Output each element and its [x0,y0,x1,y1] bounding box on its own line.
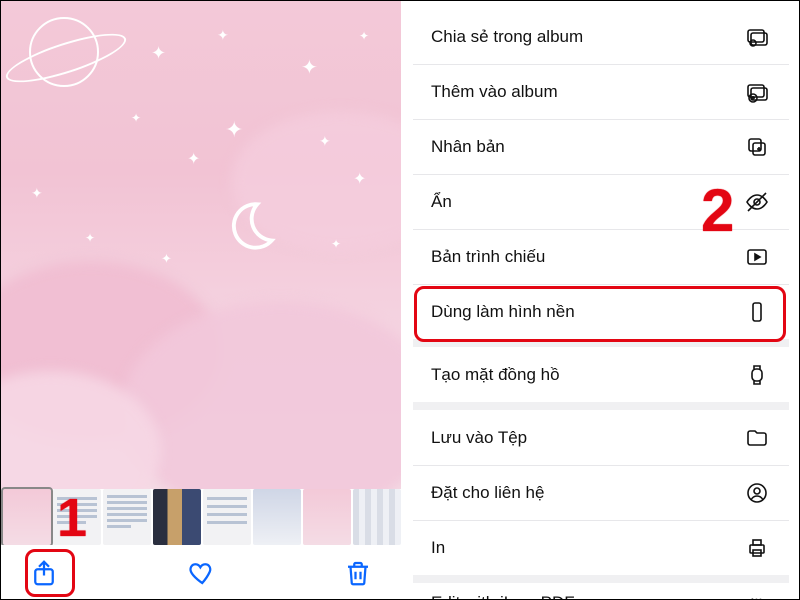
thumbnail[interactable] [3,489,51,545]
delete-button[interactable] [341,556,375,590]
thumbnail[interactable] [253,489,301,545]
thumbnail[interactable] [353,489,401,545]
menu-item-hide[interactable]: Ẩn [413,174,789,229]
menu-label: Chia sẻ trong album [431,27,583,47]
heart-icon [186,558,216,588]
trash-icon [343,558,373,588]
menu-label: Lưu vào Tệp [431,428,527,448]
menu-item-ilovepdf[interactable]: Edit with iLovePDF I❤ [413,583,789,600]
wallpaper-icon [743,298,771,326]
thumbnail-strip[interactable] [1,489,401,545]
menu-item-print[interactable]: In [413,520,789,575]
menu-label: Tạo mặt đồng hồ [431,365,560,385]
favorite-button[interactable] [184,556,218,590]
share-icon [29,558,59,588]
photo-preview[interactable]: ✦ ✦ ✦ ✦ ✦ ✦ ✦ ✦ ✦ ✦ ✦ ✦ ✦ [1,1,401,489]
menu-item-watchface[interactable]: Tạo mặt đồng hồ [413,347,789,402]
planet-doodle [29,17,99,87]
share-button[interactable] [27,556,61,590]
moon-doodle [221,197,279,255]
print-icon [743,534,771,562]
tutorial-frame: ✦ ✦ ✦ ✦ ✦ ✦ ✦ ✦ ✦ ✦ ✦ ✦ ✦ [0,0,800,600]
watchface-icon [743,361,771,389]
menu-item-share-album[interactable]: Chia sẻ trong album [413,9,789,64]
ilovepdf-icon: I❤ [743,589,771,600]
share-sheet-pane: Chia sẻ trong album Thêm vào album Nhân … [401,1,800,600]
menu-item-wallpaper[interactable]: Dùng làm hình nền [413,284,789,339]
menu-label: Đặt cho liên hệ [431,483,544,503]
menu-item-save-files[interactable]: Lưu vào Tệp [413,410,789,465]
menu-label: Ẩn [431,192,452,212]
menu-label: Edit with iLovePDF [431,593,575,600]
save-files-icon [743,424,771,452]
menu-label: Nhân bản [431,137,505,157]
photos-app-pane: ✦ ✦ ✦ ✦ ✦ ✦ ✦ ✦ ✦ ✦ ✦ ✦ ✦ [1,1,401,600]
menu-item-slideshow[interactable]: Bản trình chiếu [413,229,789,284]
add-album-icon [743,78,771,106]
menu-label: Dùng làm hình nền [431,302,575,322]
assign-contact-icon [743,479,771,507]
menu-item-duplicate[interactable]: Nhân bản [413,119,789,174]
slideshow-icon [743,243,771,271]
share-menu: Chia sẻ trong album Thêm vào album Nhân … [413,9,789,600]
thumbnail[interactable] [303,489,351,545]
photo-toolbar [1,545,401,600]
menu-label: In [431,538,445,558]
thumbnail[interactable] [153,489,201,545]
thumbnail[interactable] [103,489,151,545]
menu-label: Thêm vào album [431,82,558,102]
hide-icon [743,188,771,216]
share-album-icon [743,23,771,51]
menu-label: Bản trình chiếu [431,247,545,267]
thumbnail[interactable] [203,489,251,545]
menu-item-assign-contact[interactable]: Đặt cho liên hệ [413,465,789,520]
thumbnail[interactable] [53,489,101,545]
duplicate-icon [743,133,771,161]
menu-item-add-album[interactable]: Thêm vào album [413,64,789,119]
